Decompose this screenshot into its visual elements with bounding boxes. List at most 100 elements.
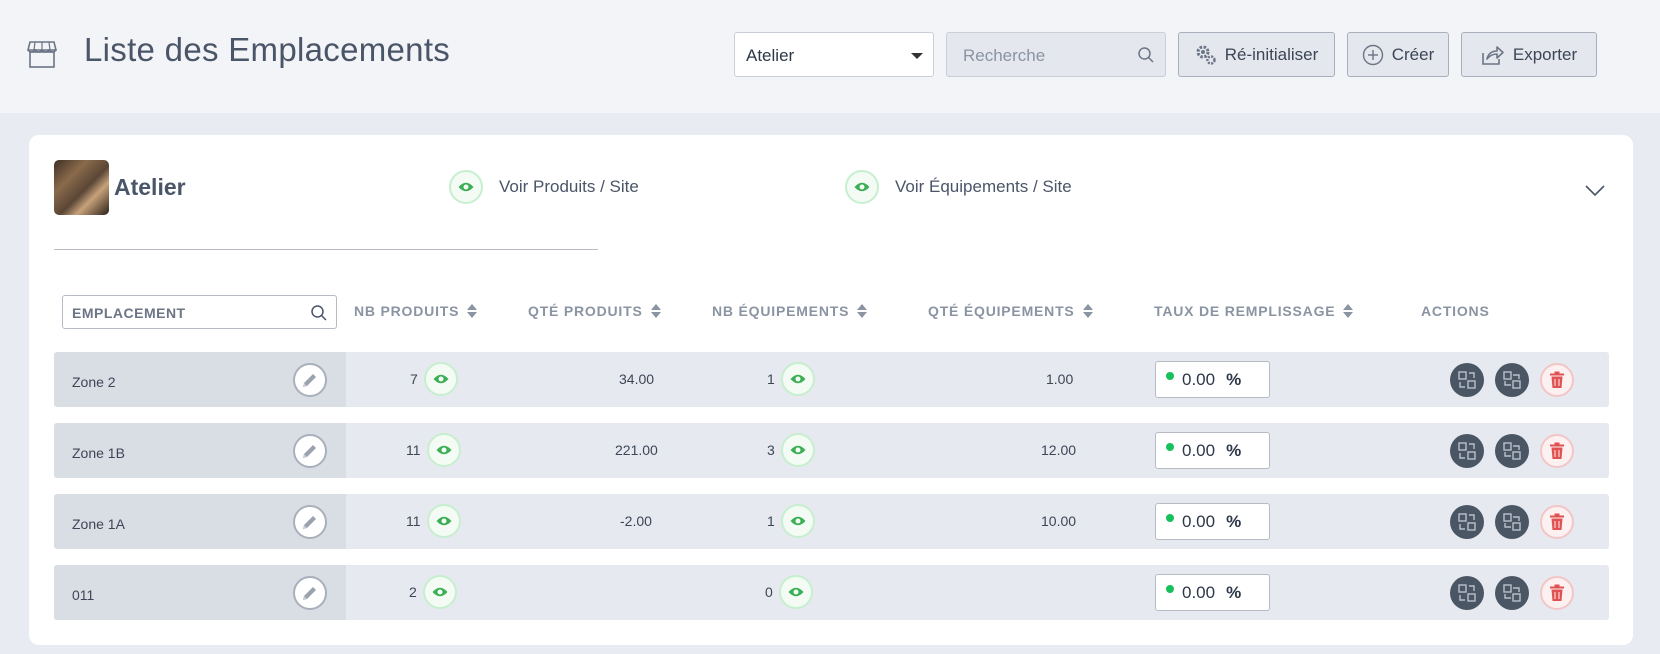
eye-icon[interactable]	[780, 504, 815, 538]
view-equipment-link[interactable]: Voir Équipements / Site	[845, 170, 1072, 204]
sort-icon	[467, 304, 478, 318]
column-header-fill-rate[interactable]: TAUX DE REMPLISSAGE	[1154, 303, 1354, 319]
sort-icon	[650, 304, 661, 318]
view-products-link[interactable]: Voir Produits / Site	[449, 170, 639, 204]
nb-products-value: 11	[406, 442, 421, 458]
nb-equipment-cell: 0	[765, 575, 813, 609]
swap-button[interactable]	[1495, 363, 1529, 397]
transfer-icon	[1458, 584, 1476, 602]
location-cell: Zone 2	[54, 352, 346, 407]
location-filter-input[interactable]: EMPLACEMENT	[62, 295, 337, 329]
view-equipment-label: Voir Équipements / Site	[895, 177, 1072, 196]
nb-products-value: 7	[410, 371, 418, 387]
search-icon	[311, 305, 327, 321]
transfer-button[interactable]	[1450, 576, 1484, 610]
transfer-button[interactable]	[1450, 505, 1484, 539]
eye-icon[interactable]	[426, 504, 461, 538]
delete-button[interactable]	[1540, 576, 1574, 610]
table-row: Zone 1A 11 -2.00 1 10.00 0.00 %	[54, 494, 1609, 549]
qty-equipment-value: 1.00	[1046, 371, 1074, 387]
table-row: Zone 1B 11 221.00 3 12.00 0.00 %	[54, 423, 1609, 478]
share-icon	[1482, 45, 1504, 65]
site-thumbnail	[54, 160, 109, 215]
location-name: Zone 1B	[72, 445, 125, 461]
location-cell: Zone 1A	[54, 494, 346, 549]
swap-icon	[1503, 584, 1521, 602]
nb-equipment-value: 3	[767, 442, 775, 458]
caret-down-icon	[911, 53, 923, 59]
swap-button[interactable]	[1495, 576, 1529, 610]
plus-circle-icon	[1362, 44, 1383, 65]
location-filter-placeholder: EMPLACEMENT	[72, 305, 186, 321]
pencil-icon	[303, 445, 316, 458]
fill-rate-value: 0.00	[1182, 582, 1216, 602]
site-select[interactable]: Atelier	[734, 32, 934, 77]
trash-icon	[1550, 513, 1564, 530]
column-header-nb-products[interactable]: NB PRODUITS	[354, 303, 478, 319]
export-label: Exporter	[1512, 44, 1578, 64]
site-select-value: Atelier	[746, 46, 795, 65]
pencil-icon	[303, 516, 316, 529]
swap-button[interactable]	[1495, 505, 1529, 539]
fill-rate-input[interactable]: 0.00 %	[1155, 503, 1270, 540]
nb-products-cell: 11	[406, 504, 461, 538]
transfer-button[interactable]	[1450, 434, 1484, 468]
status-dot	[1166, 584, 1174, 593]
delete-button[interactable]	[1540, 505, 1574, 539]
reset-button[interactable]: Ré-initialiser	[1178, 32, 1335, 77]
sort-icon	[857, 304, 868, 318]
eye-icon[interactable]	[426, 433, 461, 467]
location-name: Zone 1A	[72, 516, 125, 532]
eye-icon[interactable]	[780, 433, 815, 467]
location-name: 011	[72, 587, 95, 603]
swap-icon	[1503, 442, 1521, 460]
location-name: Zone 2	[72, 374, 116, 390]
column-header-actions: ACTIONS	[1421, 303, 1490, 319]
eye-icon[interactable]	[423, 362, 458, 396]
eye-icon[interactable]	[422, 575, 457, 609]
eye-icon[interactable]	[778, 575, 813, 609]
nb-equipment-value: 1	[767, 371, 775, 387]
search-placeholder: Recherche	[963, 46, 1046, 65]
column-header-qty-equipment[interactable]: QTÉ ÉQUIPEMENTS	[928, 303, 1093, 319]
transfer-button[interactable]	[1450, 363, 1484, 397]
percent-sign: %	[1226, 369, 1242, 389]
delete-button[interactable]	[1540, 363, 1574, 397]
create-button[interactable]: Créer	[1347, 32, 1449, 77]
search-icon	[1138, 47, 1154, 63]
divider	[54, 249, 598, 250]
status-dot	[1166, 442, 1174, 451]
edit-button[interactable]	[293, 434, 327, 468]
reset-label: Ré-initialiser	[1224, 44, 1319, 64]
edit-button[interactable]	[293, 576, 327, 610]
transfer-icon	[1458, 442, 1476, 460]
edit-button[interactable]	[293, 505, 327, 539]
export-button[interactable]: Exporter	[1461, 32, 1597, 77]
fill-rate-value: 0.00	[1182, 440, 1216, 460]
edit-button[interactable]	[293, 363, 327, 397]
store-icon	[27, 41, 57, 68]
trash-icon	[1550, 584, 1564, 601]
location-cell: 011	[54, 565, 346, 620]
fill-rate-input[interactable]: 0.00 %	[1155, 574, 1270, 611]
qty-products-value: -2.00	[620, 513, 652, 529]
sort-icon	[1343, 304, 1354, 318]
pencil-icon	[303, 374, 316, 387]
column-header-qty-products[interactable]: QTÉ PRODUITS	[528, 303, 661, 319]
column-header-label: NB ÉQUIPEMENTS	[712, 303, 850, 319]
delete-button[interactable]	[1540, 434, 1574, 468]
transfer-icon	[1458, 513, 1476, 531]
column-header-label: QTÉ PRODUITS	[528, 303, 643, 319]
transfer-icon	[1458, 371, 1476, 389]
search-input[interactable]: Recherche	[946, 32, 1166, 77]
nb-products-cell: 7	[410, 362, 458, 396]
fill-rate-input[interactable]: 0.00 %	[1155, 432, 1270, 469]
chevron-down-icon[interactable]	[1585, 185, 1605, 197]
eye-icon[interactable]	[780, 362, 815, 396]
fill-rate-input[interactable]: 0.00 %	[1155, 361, 1270, 398]
table-row: 011 2 0 0.00 %	[54, 565, 1609, 620]
nb-equipment-value: 1	[767, 513, 775, 529]
column-header-nb-equipment[interactable]: NB ÉQUIPEMENTS	[712, 303, 868, 319]
qty-products-value: 34.00	[619, 371, 655, 387]
swap-button[interactable]	[1495, 434, 1529, 468]
